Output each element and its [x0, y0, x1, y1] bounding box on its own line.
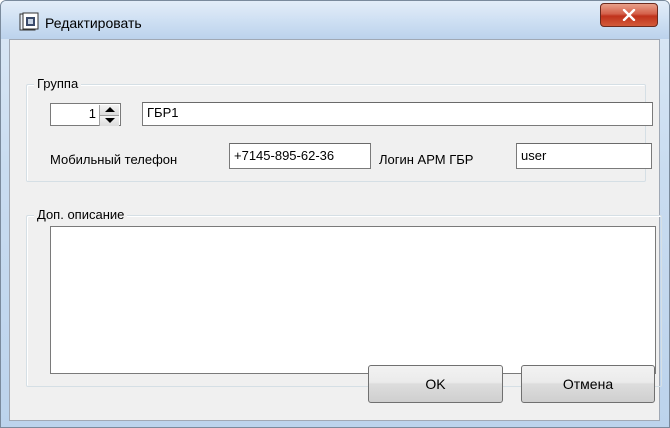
app-icon: [19, 12, 39, 32]
spin-up-button[interactable]: [100, 105, 119, 116]
dialog-window: Редактировать Группа 1 ГБР1 Мобильный те…: [0, 0, 670, 428]
group-name-input[interactable]: ГБР1: [142, 102, 653, 126]
group-number-spinner[interactable]: 1: [50, 103, 121, 126]
phone-label: Мобильный телефон: [50, 152, 178, 167]
spinner-buttons: [99, 105, 119, 126]
description-textarea[interactable]: [50, 226, 656, 374]
login-input[interactable]: user: [516, 143, 652, 169]
arrow-up-icon: [105, 107, 115, 112]
phone-input[interactable]: +7145-895-62-36: [229, 143, 371, 169]
title-bar[interactable]: Редактировать: [1, 1, 669, 39]
login-label: Логин АРМ ГБР: [379, 152, 474, 167]
ok-button[interactable]: OK: [368, 365, 503, 403]
spin-down-button[interactable]: [100, 116, 119, 126]
arrow-down-icon: [105, 118, 115, 123]
group-number-value: 1: [88, 106, 96, 121]
description-legend: Доп. описание: [34, 208, 128, 222]
dialog-client-area: Группа 1 ГБР1 Мобильный телефон +7145-89…: [9, 39, 662, 421]
cancel-button[interactable]: Отмена: [521, 365, 655, 403]
group-legend: Группа: [34, 77, 82, 91]
close-icon: [622, 9, 636, 21]
window-title: Редактировать: [45, 15, 142, 31]
close-button[interactable]: [600, 3, 658, 27]
